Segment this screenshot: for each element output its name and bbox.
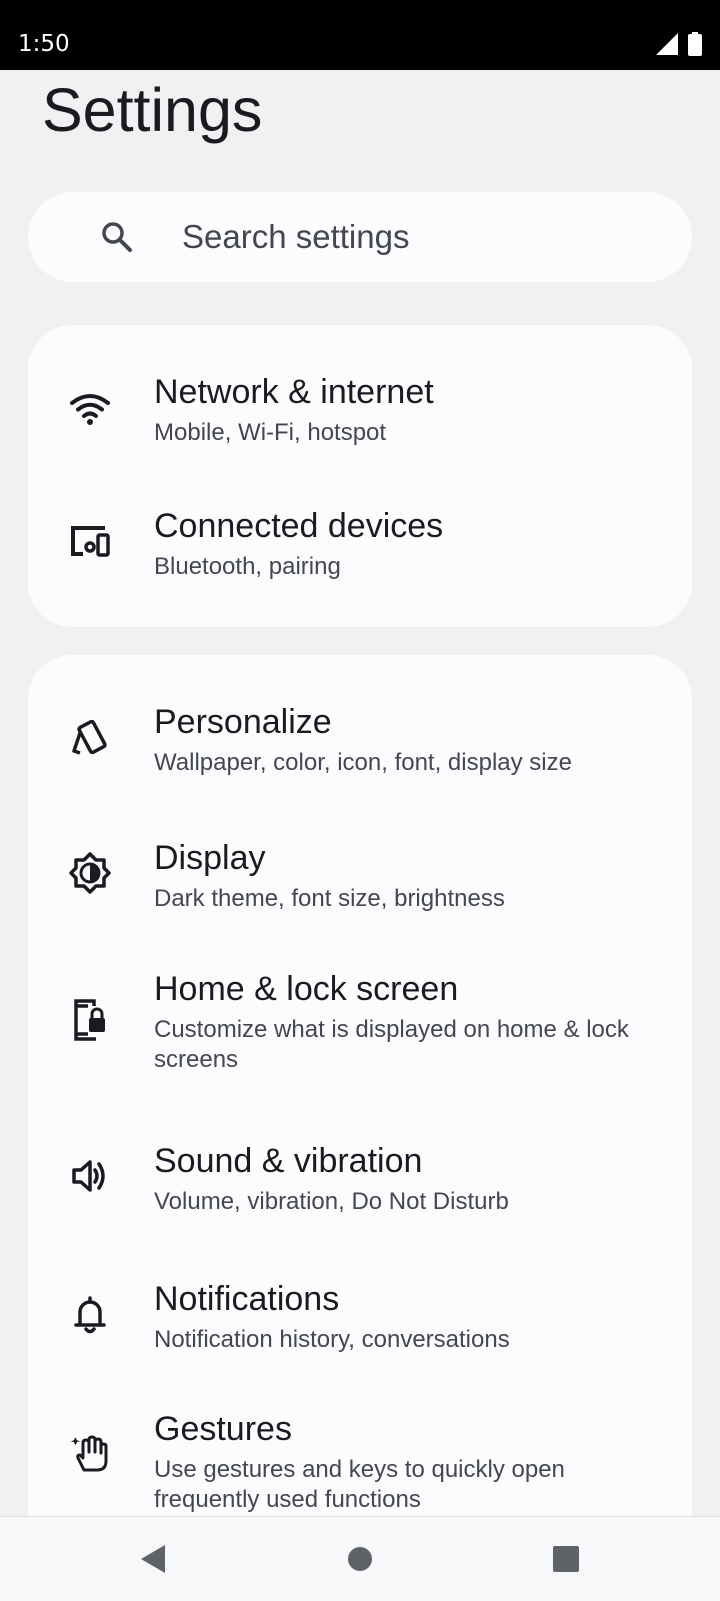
settings-item-notifications[interactable]: Notifications Notification history, conv… [28, 1247, 692, 1384]
item-title: Sound & vibration [154, 1142, 423, 1180]
settings-item-home-lock-screen[interactable]: Home & lock screen Customize what is dis… [28, 942, 692, 1110]
personalize-icon [68, 717, 112, 761]
item-subtitle: Volume, vibration, Do Not Disturb [154, 1188, 509, 1215]
settings-item-network[interactable]: Network & internet Mobile, Wi-Fi, hotspo… [28, 325, 692, 475]
status-icons [656, 32, 702, 61]
search-placeholder: Search settings [182, 218, 410, 255]
search-bar[interactable]: Search settings [28, 192, 692, 282]
page-title: Settings [42, 76, 263, 144]
item-title: Personalize [154, 703, 332, 741]
status-time: 1:50 [18, 31, 70, 57]
item-title: Notifications [154, 1280, 340, 1318]
item-title: Display [154, 839, 266, 877]
wifi-icon [68, 387, 112, 431]
settings-item-sound-vibration[interactable]: Sound & vibration Volume, vibration, Do … [28, 1110, 692, 1247]
status-bar: 1:50 [0, 0, 720, 70]
settings-item-personalize[interactable]: Personalize Wallpaper, color, icon, font… [28, 655, 692, 805]
cell-signal-icon [656, 33, 678, 60]
connected-devices-icon [68, 519, 112, 563]
settings-item-display[interactable]: Display Dark theme, font size, brightnes… [28, 805, 692, 942]
battery-icon [688, 32, 702, 61]
item-subtitle: Customize what is displayed on home & lo… [154, 1016, 629, 1073]
item-title: Gestures [154, 1410, 292, 1448]
recents-icon[interactable] [550, 1543, 582, 1575]
item-subtitle: Mobile, Wi-Fi, hotspot [154, 419, 387, 446]
back-icon[interactable] [137, 1543, 169, 1575]
search-icon [100, 220, 134, 259]
item-subtitle: Dark theme, font size, brightness [154, 885, 505, 912]
gesture-hand-icon [68, 1432, 112, 1476]
phone-lock-icon [68, 998, 112, 1042]
item-title: Network & internet [154, 373, 434, 411]
brightness-icon [68, 851, 112, 895]
bell-icon [68, 1292, 112, 1336]
item-title: Home & lock screen [154, 970, 459, 1008]
home-icon[interactable] [344, 1543, 376, 1575]
item-subtitle: Notification history, conversations [154, 1326, 510, 1353]
settings-card-device: Personalize Wallpaper, color, icon, font… [28, 655, 692, 1555]
settings-card-connectivity: Network & internet Mobile, Wi-Fi, hotspo… [28, 325, 692, 627]
item-subtitle: Wallpaper, color, icon, font, display si… [154, 749, 572, 776]
item-title: Connected devices [154, 507, 444, 545]
item-subtitle: Bluetooth, pairing [154, 553, 341, 580]
speaker-icon [68, 1154, 112, 1198]
settings-item-connected-devices[interactable]: Connected devices Bluetooth, pairing [28, 475, 692, 627]
navigation-bar [0, 1516, 720, 1601]
item-subtitle: Use gestures and keys to quickly open fr… [154, 1456, 565, 1513]
